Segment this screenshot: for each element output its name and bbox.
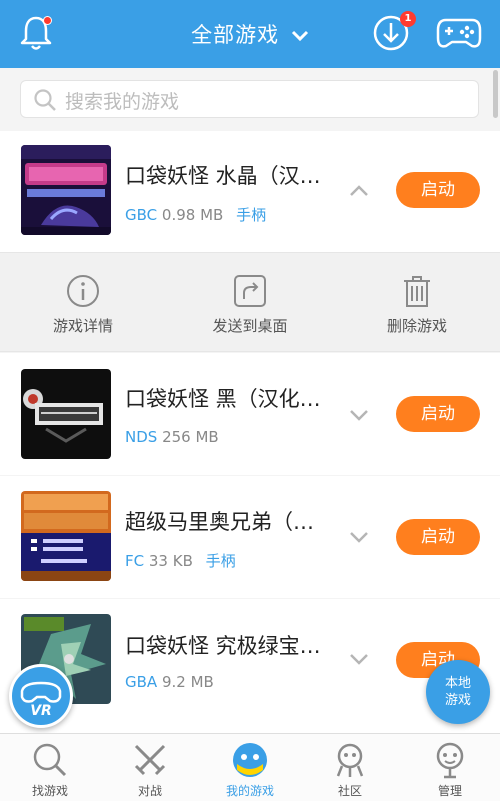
page-title: 全部游戏 <box>191 23 280 47</box>
search-input[interactable]: 搜索我的游戏 <box>20 80 479 118</box>
controller-tag: 手柄 <box>205 552 236 570</box>
game-cover-image <box>21 491 111 581</box>
trash-icon <box>404 276 430 307</box>
nav-manage[interactable]: 管理 <box>400 740 500 799</box>
vr-headset-icon: VR <box>20 681 62 719</box>
game-title: 口袋妖怪 究极绿宝… <box>125 634 321 658</box>
crossed-swords-icon <box>134 744 166 776</box>
chevron-down-icon[interactable] <box>349 653 369 665</box>
gamepad-button[interactable] <box>436 16 482 50</box>
game-row[interactable]: 口袋妖怪 水晶（汉… GBC 0.98 MB 手柄 启动 <box>0 131 500 252</box>
controller-tag: 手柄 <box>236 206 267 224</box>
delete-game-button[interactable]: 删除游戏 <box>357 273 477 336</box>
download-button[interactable]: 1 <box>372 11 416 52</box>
game-title: 口袋妖怪 水晶（汉… <box>125 164 321 188</box>
action-label: 删除游戏 <box>386 317 447 335</box>
game-meta: GBC 0.98 MB 手柄 <box>125 204 266 225</box>
nav-community[interactable]: 社区 <box>300 740 400 799</box>
game-row[interactable]: 口袋妖怪 究极绿宝… GBA 9.2 MB 启动 <box>0 599 500 733</box>
game-details-button[interactable]: 游戏详情 <box>23 273 143 336</box>
file-size: 33 KB <box>148 552 193 570</box>
action-label: 发送到桌面 <box>212 317 288 335</box>
platform-label: GBC <box>125 206 158 224</box>
download-badge: 1 <box>400 11 416 27</box>
game-title: 口袋妖怪 黑（汉化… <box>125 387 321 411</box>
search-area: 搜索我的游戏 <box>0 68 500 131</box>
game-title: 超级马里奥兄弟（… <box>125 510 314 534</box>
nav-label: 管理 <box>437 784 462 798</box>
manage-icon <box>436 742 464 779</box>
game-cover-image <box>21 145 111 235</box>
game-row[interactable]: 口袋妖怪 黑（汉化… NDS 256 MB 启动 <box>0 353 500 475</box>
info-icon <box>67 275 99 307</box>
game-meta: NDS 256 MB <box>125 428 219 446</box>
local-games-button[interactable]: 本地 游戏 <box>426 660 490 724</box>
top-bar: 全部游戏 1 <box>0 0 500 68</box>
nav-my-games[interactable]: 我的游戏 <box>200 740 300 799</box>
game-row[interactable]: 超级马里奥兄弟（… FC 33 KB 手柄 启动 <box>0 476 500 598</box>
platform-label: GBA <box>125 673 158 691</box>
nav-battle[interactable]: 对战 <box>100 740 200 799</box>
start-game-button[interactable]: 启动 <box>396 396 480 432</box>
chevron-down-icon[interactable] <box>349 531 369 543</box>
file-size: 9.2 MB <box>161 673 214 691</box>
share-icon <box>234 275 266 307</box>
vr-label: VR <box>30 703 52 719</box>
category-dropdown[interactable]: 全部游戏 <box>0 19 500 49</box>
file-size: 256 MB <box>162 428 219 446</box>
start-game-button[interactable]: 启动 <box>396 519 480 555</box>
chevron-up-icon[interactable] <box>349 185 369 197</box>
search-icon <box>33 743 67 777</box>
game-cover-image <box>21 369 111 459</box>
platform-label: NDS <box>125 428 158 446</box>
scrollbar[interactable] <box>493 70 498 118</box>
game-meta: FC 33 KB 手柄 <box>125 550 236 571</box>
send-to-desktop-button[interactable]: 发送到桌面 <box>190 273 310 336</box>
nav-label: 社区 <box>337 784 362 798</box>
game-meta: GBA 9.2 MB <box>125 673 214 691</box>
game-actions-panel: 游戏详情 发送到桌面 删除游戏 <box>0 252 500 352</box>
bottom-nav: 找游戏 对战 我的游戏 社区 管理 <box>0 733 500 801</box>
platform-label: FC <box>125 552 145 570</box>
action-label: 游戏详情 <box>52 317 113 335</box>
nav-label: 我的游戏 <box>225 784 274 798</box>
nav-find-games[interactable]: 找游戏 <box>0 740 100 799</box>
file-size: 0.98 MB <box>161 206 224 224</box>
search-icon <box>34 89 56 111</box>
nav-label: 找游戏 <box>31 784 68 798</box>
start-game-button[interactable]: 启动 <box>396 172 480 208</box>
chevron-down-icon[interactable] <box>349 409 369 421</box>
local-games-label-line2: 游戏 <box>444 693 471 708</box>
search-placeholder: 搜索我的游戏 <box>65 91 180 113</box>
vr-button[interactable]: VR <box>9 664 73 728</box>
chevron-down-icon <box>291 30 308 42</box>
my-games-icon <box>233 743 267 777</box>
nav-label: 对战 <box>137 784 162 798</box>
community-icon <box>336 743 364 777</box>
local-games-label-line1: 本地 <box>444 676 471 691</box>
gamepad-icon <box>436 18 482 48</box>
